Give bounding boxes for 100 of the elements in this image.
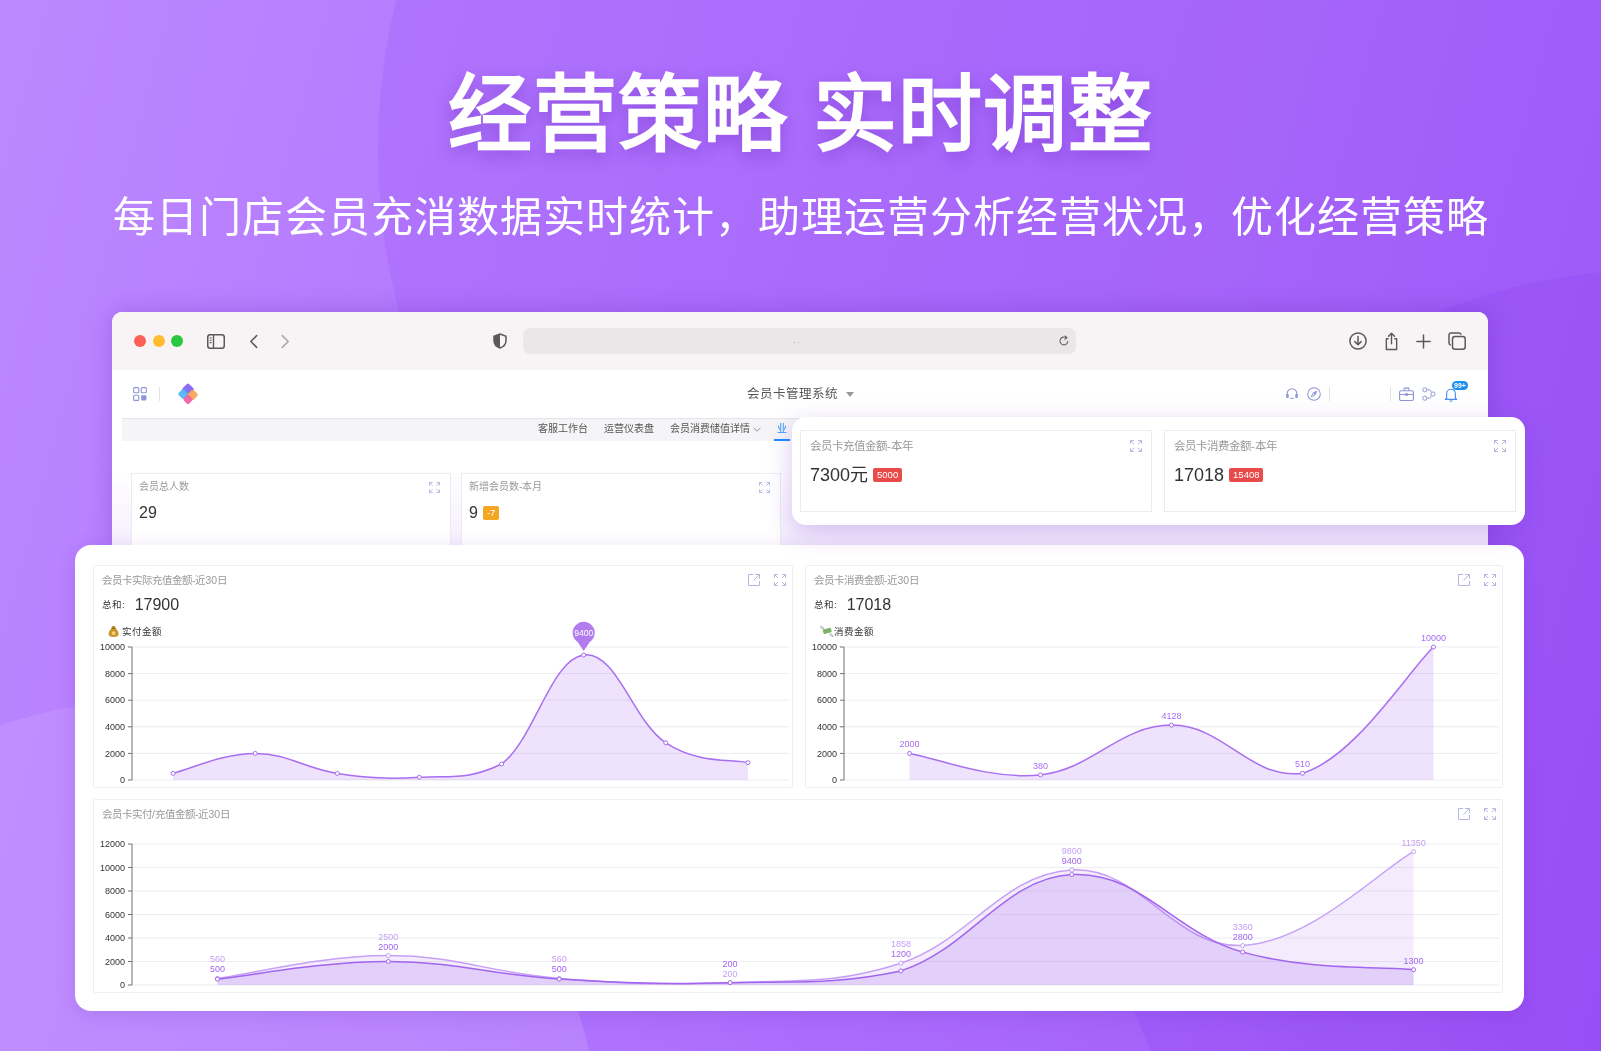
axis-label: 8000: [104, 886, 125, 897]
data-label: 1200: [890, 949, 911, 960]
subheadline: 每日门店会员充消数据实时统计，助理运营分析经营状况，优化经营策略: [111, 197, 1490, 239]
stat-value: 9: [469, 503, 478, 523]
system-title-dropdown[interactable]: 会员卡管理系统: [746, 384, 854, 404]
external-link-icon[interactable]: [1458, 808, 1470, 820]
maximize-window-icon[interactable]: [171, 335, 183, 347]
expand-icon[interactable]: [1494, 440, 1506, 452]
card-title: 会员总人数: [139, 480, 189, 494]
sum-value: 17900: [134, 595, 180, 615]
expand-icon[interactable]: [774, 574, 786, 586]
tab[interactable]: 运营仪表盘: [601, 419, 657, 441]
close-window-icon[interactable]: [134, 335, 146, 347]
data-label: 560: [209, 954, 225, 965]
axis-label: 2000: [104, 748, 125, 759]
data-label: 510: [1295, 759, 1310, 770]
axis-label: 4000: [104, 722, 125, 732]
data-label: 1858: [890, 939, 911, 950]
shield-icon[interactable]: [493, 333, 507, 349]
card-title: 会员卡消费金额-本年: [1174, 439, 1277, 453]
bell-icon[interactable]: [1444, 386, 1458, 402]
sum-label: 总和:: [814, 597, 837, 612]
legend-label[interactable]: 实付金额: [122, 625, 162, 637]
logo-icon[interactable]: [176, 382, 200, 406]
headline: 经营策略 实时调整: [447, 73, 1154, 157]
change-badge: 15408: [1229, 468, 1264, 482]
axis-label: 6000: [104, 909, 125, 920]
stat-value: 17018: [1174, 464, 1225, 487]
chart-title: 会员卡实付/充值金额-近30日: [102, 807, 231, 821]
tabs-icon[interactable]: [1448, 332, 1466, 350]
axis-label: 8000: [816, 668, 837, 679]
axis-label: 10000: [99, 642, 125, 653]
stat-value: 7300元: [810, 464, 869, 487]
plus-icon[interactable]: [1416, 333, 1431, 349]
axis-label: 8000: [104, 668, 125, 679]
stat-value: 29: [139, 503, 157, 523]
data-label: 10000: [1421, 633, 1446, 643]
expand-icon[interactable]: [429, 481, 440, 493]
pin-marker: [572, 621, 595, 651]
change-badge: 5000: [873, 468, 903, 482]
tab[interactable]: 客服工作台: [535, 419, 591, 441]
data-label: 2800: [1232, 931, 1253, 942]
download-icon[interactable]: [1349, 332, 1367, 350]
data-label: 200: [722, 958, 738, 969]
axis-label: 4000: [816, 722, 837, 732]
data-label: 9800: [1061, 845, 1082, 856]
caret-icon: [845, 391, 854, 397]
legend-label[interactable]: 消费金额: [834, 625, 874, 637]
axis-label: 10000: [811, 642, 837, 653]
axis-label: 10000: [99, 862, 125, 873]
external-link-icon[interactable]: [1458, 574, 1470, 586]
briefcase-icon[interactable]: [1399, 387, 1414, 401]
axis-label: 0: [120, 775, 125, 786]
chart-title: 会员卡实际充值金额-近30日: [102, 573, 228, 587]
data-label: 380: [1033, 760, 1048, 771]
axis-label: 0: [832, 775, 837, 786]
expand-icon[interactable]: [759, 481, 770, 493]
data-label: 2000: [899, 739, 920, 750]
axis-label: 4000: [104, 933, 125, 944]
minimize-window-icon[interactable]: [152, 335, 165, 347]
grid-icon[interactable]: [133, 387, 147, 401]
money-bag-icon: [108, 625, 119, 637]
data-label: 200: [722, 968, 738, 979]
sum-label: 总和:: [102, 597, 125, 612]
chart-title: 会员卡消费金额-近30日: [814, 573, 920, 587]
flow-icon[interactable]: [1422, 387, 1436, 401]
data-label: 1300: [1403, 955, 1424, 966]
external-link-icon[interactable]: [748, 574, 760, 586]
tab[interactable]: 会员消费储值详情: [667, 419, 764, 441]
money-wings-icon: [820, 625, 834, 637]
data-label: 4128: [1161, 711, 1182, 722]
axis-label: 6000: [104, 695, 125, 706]
card-title: 新增会员数-本月: [469, 480, 543, 494]
data-label: 11350: [1401, 837, 1426, 848]
forward-icon[interactable]: [281, 333, 290, 349]
data-label: 500: [209, 964, 225, 975]
expand-icon[interactable]: [1484, 808, 1496, 820]
sidebar-icon[interactable]: [207, 333, 225, 349]
data-label: 2000: [378, 941, 399, 952]
expand-icon[interactable]: [1130, 440, 1142, 452]
compass-icon[interactable]: [1307, 387, 1321, 401]
data-label: 500: [551, 964, 567, 975]
axis-label: 2000: [104, 956, 125, 967]
data-label: 9400: [1061, 855, 1082, 866]
back-icon[interactable]: [249, 333, 258, 349]
share-icon[interactable]: [1384, 331, 1399, 351]
card-title: 会员卡充值金额-本年: [810, 439, 913, 453]
change-badge: -7: [482, 506, 500, 520]
axis-label: 12000: [99, 839, 125, 850]
sum-value: 17018: [846, 595, 892, 615]
reload-icon[interactable]: [1058, 335, 1070, 347]
data-label: 2500: [378, 931, 399, 942]
pin-label: 9400: [574, 627, 594, 638]
data-label: 560: [551, 954, 567, 965]
headset-icon[interactable]: [1285, 387, 1299, 401]
axis-label: 0: [120, 980, 125, 991]
data-label: 3360: [1232, 921, 1253, 932]
axis-label: 2000: [816, 748, 837, 759]
expand-icon[interactable]: [1484, 574, 1496, 586]
axis-label: 6000: [816, 695, 837, 706]
